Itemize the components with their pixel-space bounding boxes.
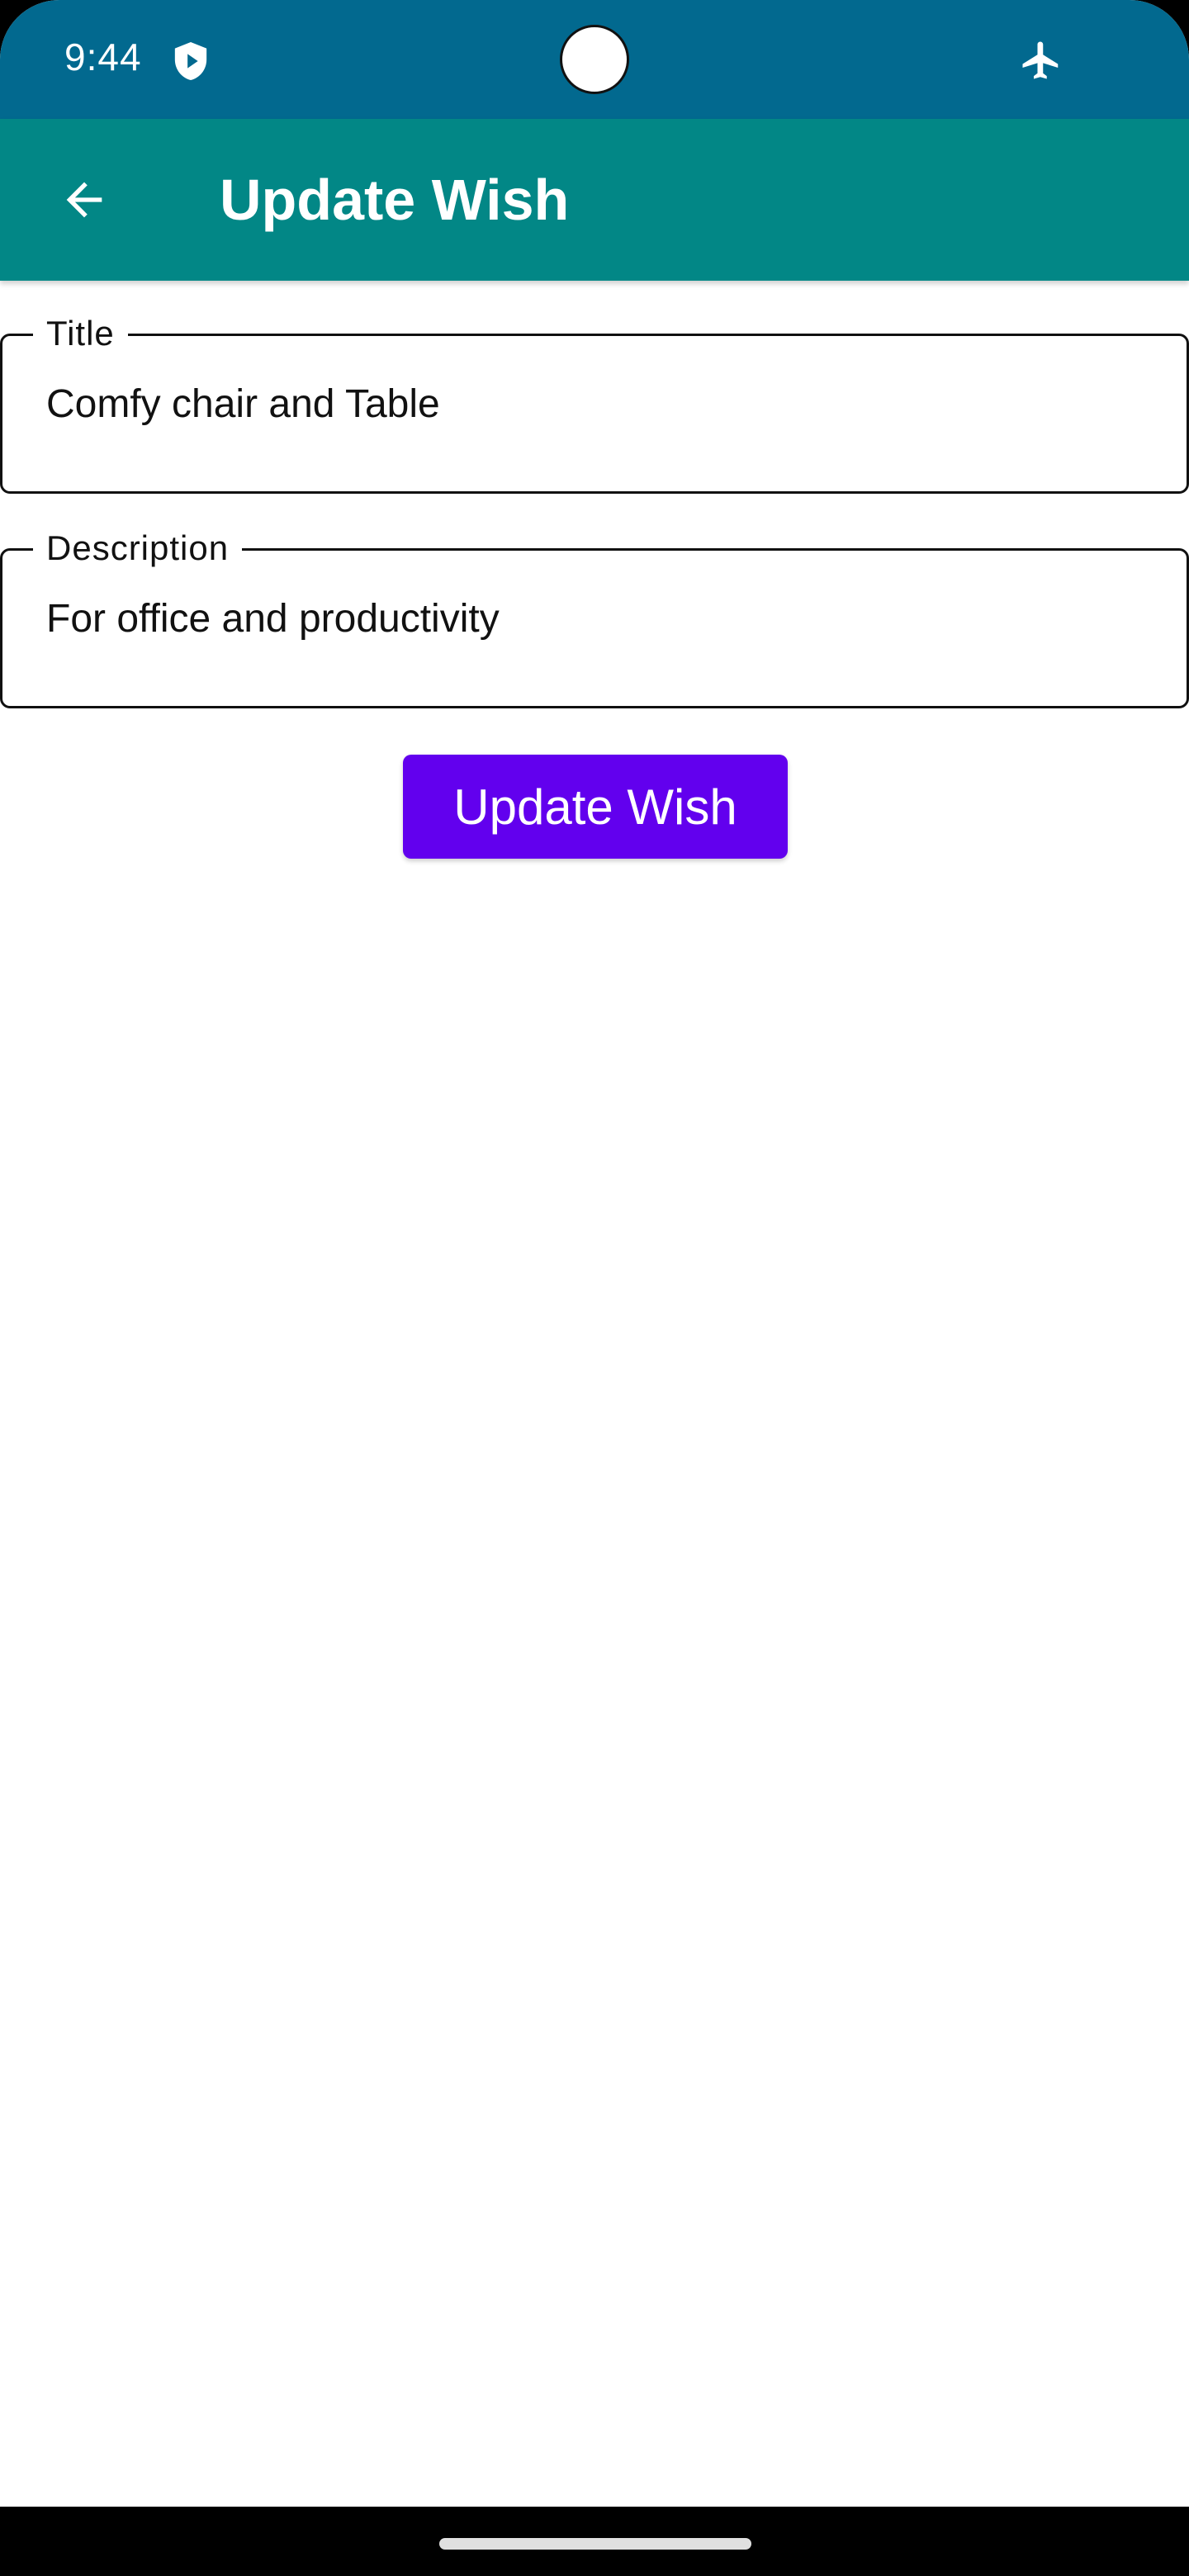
page-title: Update Wish bbox=[220, 168, 570, 232]
shield-play-icon bbox=[172, 40, 210, 83]
app-screen: 9:44 Update Wish Title Description bbox=[0, 0, 1189, 2576]
status-time: 9:44 bbox=[64, 36, 142, 78]
description-field-label: Description bbox=[33, 527, 243, 570]
camera-cutout bbox=[560, 25, 629, 94]
back-button[interactable] bbox=[40, 155, 129, 244]
title-field-label: Title bbox=[33, 312, 128, 355]
title-input[interactable] bbox=[46, 375, 1153, 433]
arrow-back-icon bbox=[66, 182, 102, 218]
status-bar: 9:44 bbox=[0, 0, 1189, 119]
description-input[interactable] bbox=[46, 590, 1153, 647]
update-wish-button[interactable]: Update Wish bbox=[403, 755, 788, 859]
airplane-mode-icon bbox=[1019, 38, 1063, 83]
navigation-bar bbox=[0, 2507, 1189, 2576]
top-app-bar: Update Wish bbox=[0, 119, 1189, 281]
home-indicator[interactable] bbox=[439, 2538, 751, 2550]
description-field[interactable]: Description bbox=[0, 527, 1189, 708]
title-field[interactable]: Title bbox=[0, 312, 1189, 494]
